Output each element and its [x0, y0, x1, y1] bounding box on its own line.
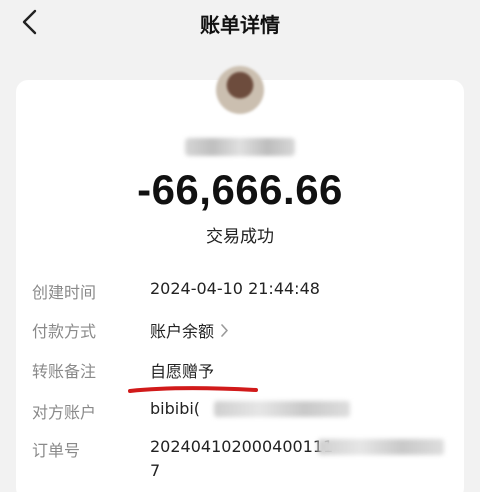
transaction-status: 交易成功 [206, 227, 274, 247]
counterparty-label: 对方账户 [32, 403, 97, 422]
counterparty-value: bibibi( [150, 399, 201, 418]
payment-method-value: 账户余额 [150, 322, 215, 341]
payment-method-label: 付款方式 [32, 322, 97, 341]
payee-name-redacted [185, 138, 295, 156]
remark-value: 自愿赠予 [150, 362, 215, 381]
chevron-right-icon [220, 322, 229, 341]
avatar [216, 66, 264, 114]
order-number-value-line2: 7 [150, 461, 161, 480]
page-title: 账单详情 [200, 13, 280, 37]
created-time-value: 2024-04-10 21:44:48 [150, 279, 320, 298]
top-bar: 账单详情 [0, 0, 480, 44]
transaction-amount: -66,666.66 [137, 166, 343, 213]
payment-method-link[interactable]: 账户余额 [150, 318, 229, 342]
counterparty-redacted [214, 401, 350, 417]
order-number-label: 订单号 [32, 441, 81, 460]
red-underline-annotation [128, 386, 258, 393]
order-number-value-line1: 202404102000400111 [150, 437, 334, 456]
order-number-redacted [318, 439, 444, 455]
created-time-label: 创建时间 [32, 283, 97, 302]
remark-label: 转账备注 [32, 362, 97, 381]
